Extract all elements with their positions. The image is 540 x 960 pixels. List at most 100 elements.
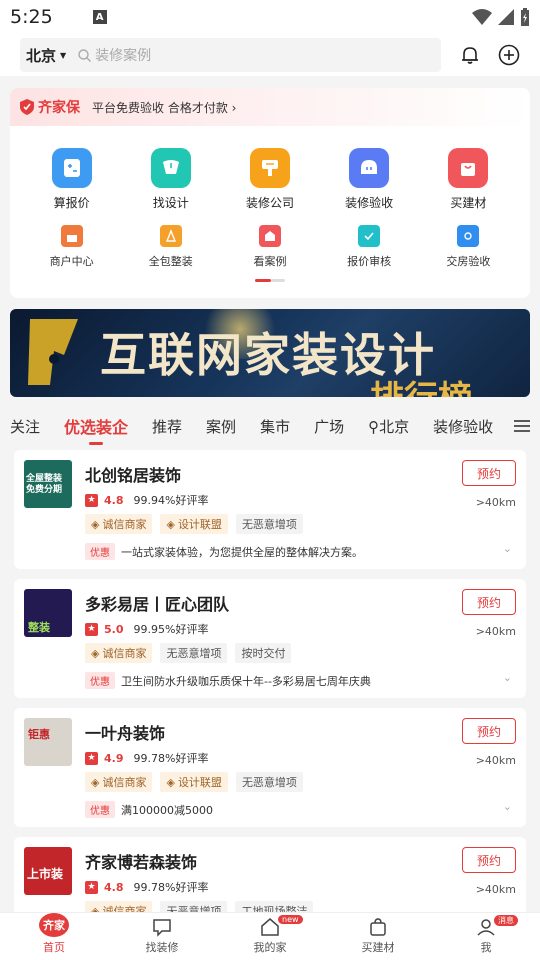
tag: ◈ 设计联盟: [160, 772, 228, 792]
status-bar: 5:25 A: [0, 0, 540, 34]
shop-promo: 优惠 一站式家装体验，为您提供全屋的整体解决方案。: [85, 543, 363, 560]
chevron-down-icon[interactable]: ⌄: [503, 671, 512, 684]
tab-location-label: 北京: [379, 417, 410, 436]
nav-materials[interactable]: 买建材: [324, 913, 432, 960]
tag: ◈诚信商家: [85, 643, 153, 663]
search-box[interactable]: 北京 ▼ 装修案例: [20, 38, 442, 72]
city-label: 北京: [26, 46, 57, 65]
quick-entry-card: 齐家保 平台免费验收 合格才付款 › 算报价 找设计 装修公司 装修验收 买建材…: [10, 88, 530, 298]
nav-home[interactable]: 齐家 首页: [0, 913, 108, 960]
tag: 无恶意增项: [235, 772, 303, 792]
quick-item-company[interactable]: 装修公司: [230, 148, 310, 211]
nav-me[interactable]: 消息 我: [432, 913, 540, 960]
city-selector[interactable]: 北京 ▼: [26, 45, 66, 66]
tab-preferred[interactable]: 优选装企: [64, 414, 128, 438]
nav-label: 首页: [43, 941, 65, 954]
quick-item-handover[interactable]: 交房验收: [428, 225, 508, 269]
star-icon: ★: [85, 493, 98, 507]
tab-market[interactable]: 集市: [260, 416, 290, 437]
tag: ◈诚信商家: [85, 772, 153, 792]
wifi-icon: [472, 9, 492, 25]
tab-cases[interactable]: 案例: [206, 416, 236, 437]
quick-label: 找设计: [152, 196, 189, 210]
quick-item-inspect[interactable]: 装修验收: [329, 148, 409, 211]
status-icons: [472, 8, 530, 26]
pager-dot-active: [255, 279, 271, 282]
shop-name: 齐家博若森装饰: [85, 853, 198, 872]
shop-name: 多彩易居丨匠心团队: [85, 595, 230, 614]
chevron-down-icon[interactable]: ⌄: [503, 800, 512, 813]
thumb-text: 整装: [28, 621, 50, 634]
nav-my-home[interactable]: new 我的家: [216, 913, 324, 960]
distance: >40km: [475, 754, 516, 767]
shop-rating: ★ 4.8 99.78%好评率: [85, 879, 208, 895]
shop-thumbnail: 整装: [24, 589, 72, 637]
tab-menu-icon[interactable]: [504, 408, 540, 444]
quick-item-merchant[interactable]: 商户中心: [32, 225, 112, 269]
book-button[interactable]: 预约: [462, 460, 516, 486]
shop-rating: ★ 4.9 99.78%好评率: [85, 750, 208, 766]
book-button[interactable]: 预约: [462, 847, 516, 873]
tab-recommend[interactable]: 推荐: [152, 416, 182, 437]
shop-tags: ◈ 诚信商家 ◈ 设计联盟 无恶意增项: [85, 514, 303, 534]
house-icon: [261, 918, 279, 936]
quick-label: 装修公司: [245, 196, 294, 210]
audit-icon: [358, 225, 381, 247]
shop-list: 全屋整装 免费分期 北创铭居装饰 ★ 4.8 99.94%好评率 ◈ 诚信商家 ◈…: [14, 450, 526, 960]
rating-score: 4.8: [104, 493, 124, 507]
thumb-text: 全屋整装 免费分期: [26, 474, 63, 495]
nav-find-decoration[interactable]: 找装修: [108, 913, 216, 960]
good-rate: 99.94%好评率: [133, 494, 209, 507]
bell-icon[interactable]: [459, 44, 481, 66]
tab-square[interactable]: 广场: [314, 416, 344, 437]
promo-badge: 优惠: [85, 543, 115, 560]
company-icon: [249, 148, 290, 188]
rating-score: 4.9: [104, 751, 124, 765]
quick-label: 看案例: [253, 255, 287, 268]
quick-item-materials[interactable]: 买建材: [428, 148, 508, 211]
distance: >40km: [475, 625, 516, 638]
search-placeholder: 装修案例: [95, 48, 152, 64]
star-icon: ★: [85, 622, 98, 636]
chat-icon: [153, 919, 171, 937]
shop-name: 北创铭居装饰: [85, 466, 182, 485]
quick-label: 商户中心: [49, 255, 94, 268]
quick-item-audit[interactable]: 报价审核: [329, 225, 409, 269]
shield-icon: [20, 99, 34, 115]
promo-badge: 优惠: [85, 672, 115, 689]
tag: ◈ 设计联盟: [160, 514, 228, 534]
list-item[interactable]: 全屋整装 免费分期 北创铭居装饰 ★ 4.8 99.94%好评率 ◈ 诚信商家 ◈…: [14, 450, 526, 569]
quick-item-cases[interactable]: 看案例: [230, 225, 310, 269]
quick-item-design[interactable]: 找设计: [131, 148, 211, 211]
guarantee-brand-label: 齐家保: [38, 100, 80, 116]
list-item[interactable]: 整装 多彩易居丨匠心团队 ★ 5.0 99.95%好评率 ◈ 诚信商家 无恶意增项…: [14, 579, 526, 698]
tag: 按时交付: [235, 643, 292, 663]
tab-follow[interactable]: 关注: [10, 416, 40, 437]
chevron-down-icon[interactable]: ⌄: [503, 542, 512, 555]
shop-thumbnail: 钜惠: [24, 718, 72, 766]
tag-label: 诚信商家: [102, 776, 147, 789]
bag-icon: [370, 918, 386, 936]
book-button[interactable]: 预约: [462, 718, 516, 744]
shop-thumbnail: 全屋整装 免费分期: [24, 460, 72, 508]
bottom-nav: 齐家 首页 找装修 new 我的家 买建材 消息 我: [0, 912, 540, 960]
quick-item-package[interactable]: 全包整装: [131, 225, 211, 269]
thumb-text: 上市装: [27, 867, 64, 881]
tab-inspection[interactable]: 装修验收: [433, 416, 493, 437]
quick-label: 买建材: [450, 196, 487, 210]
tab-location[interactable]: ⚲北京: [368, 416, 409, 437]
distance: >40km: [475, 496, 516, 509]
guarantee-text: 平台免费验收 合格才付款 ›: [92, 100, 237, 115]
add-circle-icon[interactable]: [498, 44, 520, 66]
star-icon: ★: [85, 751, 98, 765]
banner-logo-icon: [28, 319, 78, 385]
handover-icon: [457, 225, 480, 247]
search-input[interactable]: 装修案例: [78, 45, 151, 65]
promo-banner[interactable]: 互联网家装设计 排行榜: [10, 309, 530, 397]
list-item[interactable]: 钜惠 一叶舟装饰 ★ 4.9 99.78%好评率 ◈ 诚信商家 ◈ 设计联盟 无恶意…: [14, 708, 526, 827]
book-button[interactable]: 预约: [462, 589, 516, 615]
nav-label: 找装修: [145, 941, 179, 954]
quick-item-quote[interactable]: 算报价: [32, 148, 112, 211]
caret-down-icon: ▼: [60, 50, 67, 60]
guarantee-bar[interactable]: 齐家保 平台免费验收 合格才付款 ›: [10, 88, 530, 126]
